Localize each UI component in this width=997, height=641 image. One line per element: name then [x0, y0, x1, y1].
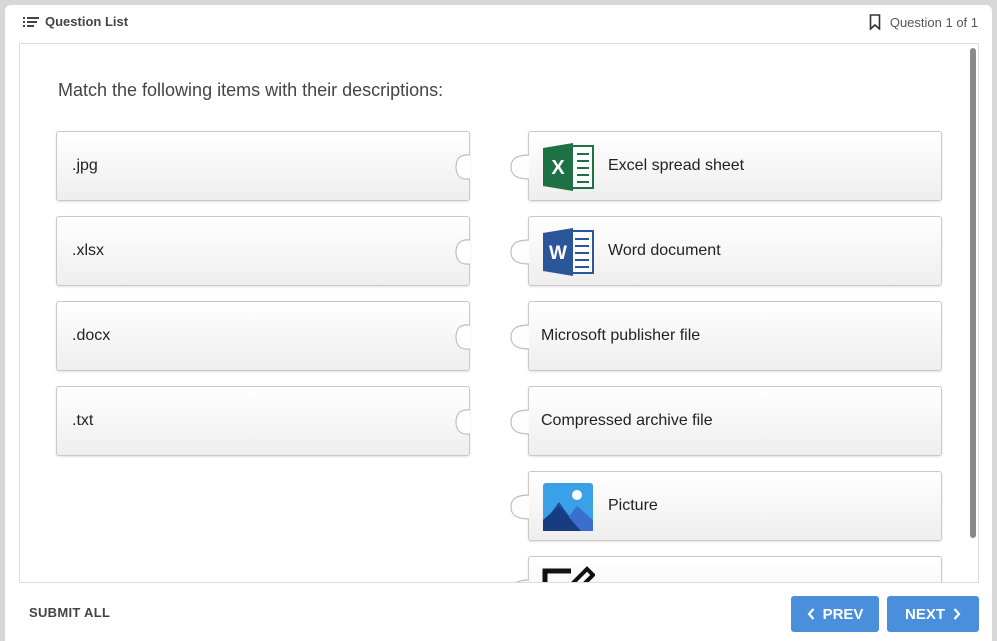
puzzle-tab: [515, 579, 529, 582]
right-match-item[interactable]: Picture: [510, 471, 942, 541]
right-match-item[interactable]: Compressed archive file: [510, 386, 942, 456]
left-match-item[interactable]: .jpg: [56, 131, 470, 201]
right-item-label: Excel spread sheet: [608, 157, 745, 174]
question-counter: Question 1 of 1: [889, 14, 978, 30]
next-button[interactable]: NEXT: [887, 596, 979, 632]
left-match-item[interactable]: .docx: [56, 301, 470, 371]
chevron-left-icon: [807, 608, 814, 620]
top-bar: Question List Question 1 of 1: [5, 5, 992, 43]
left-item-label: .txt: [72, 412, 94, 429]
puzzle-tab: [510, 409, 529, 435]
question-list-button[interactable]: Question List: [23, 14, 128, 29]
prev-button[interactable]: PREV: [791, 596, 879, 632]
excel-icon: X: [541, 140, 595, 194]
right-match-item[interactable]: X Excel spread sheet: [510, 131, 942, 201]
puzzle-tab: [510, 239, 529, 265]
left-item-label: .docx: [72, 327, 111, 344]
footer: SUBMIT ALL PREV NEXT: [5, 585, 992, 641]
right-match-item[interactable]: W Word document: [510, 216, 942, 286]
left-match-item[interactable]: .xlsx: [56, 216, 470, 286]
question-list-label: Question List: [45, 14, 129, 29]
word-icon: W: [541, 225, 595, 279]
puzzle-notch: [455, 154, 470, 180]
puzzle-tab: [510, 324, 529, 350]
edit-icon: [541, 565, 596, 582]
scrollbar[interactable]: [970, 48, 976, 538]
next-label: NEXT: [904, 605, 945, 623]
right-item-label: Microsoft publisher file: [541, 327, 701, 344]
question-text: Match the following items with their des…: [58, 80, 444, 100]
right-match-item[interactable]: [515, 556, 942, 582]
prev-label: PREV: [822, 605, 864, 623]
submit-all-button[interactable]: SUBMIT ALL: [29, 605, 110, 620]
list-icon: [23, 16, 39, 27]
bookmark-icon[interactable]: [869, 14, 881, 30]
right-item-label: Word document: [608, 242, 721, 259]
puzzle-notch: [455, 239, 470, 265]
picture-icon: [541, 480, 595, 534]
question-counter-area: Question 1 of 1: [869, 14, 978, 30]
puzzle-notch: [455, 324, 470, 350]
svg-text:W: W: [549, 243, 567, 264]
right-item-label: Picture: [608, 497, 658, 514]
left-item-label: .jpg: [72, 157, 98, 174]
right-match-item[interactable]: Microsoft publisher file: [510, 301, 942, 371]
left-match-item[interactable]: .txt: [56, 386, 470, 456]
right-item-label: Compressed archive file: [541, 412, 713, 429]
puzzle-tab: [510, 154, 529, 180]
question-panel: Match the following items with their des…: [19, 43, 979, 583]
svg-text:X: X: [551, 157, 565, 179]
quiz-window: Question List Question 1 of 1 Match the …: [5, 5, 992, 641]
left-item-label: .xlsx: [72, 242, 104, 259]
chevron-right-icon: [953, 608, 961, 620]
puzzle-notch: [455, 409, 470, 435]
puzzle-tab: [510, 494, 529, 520]
